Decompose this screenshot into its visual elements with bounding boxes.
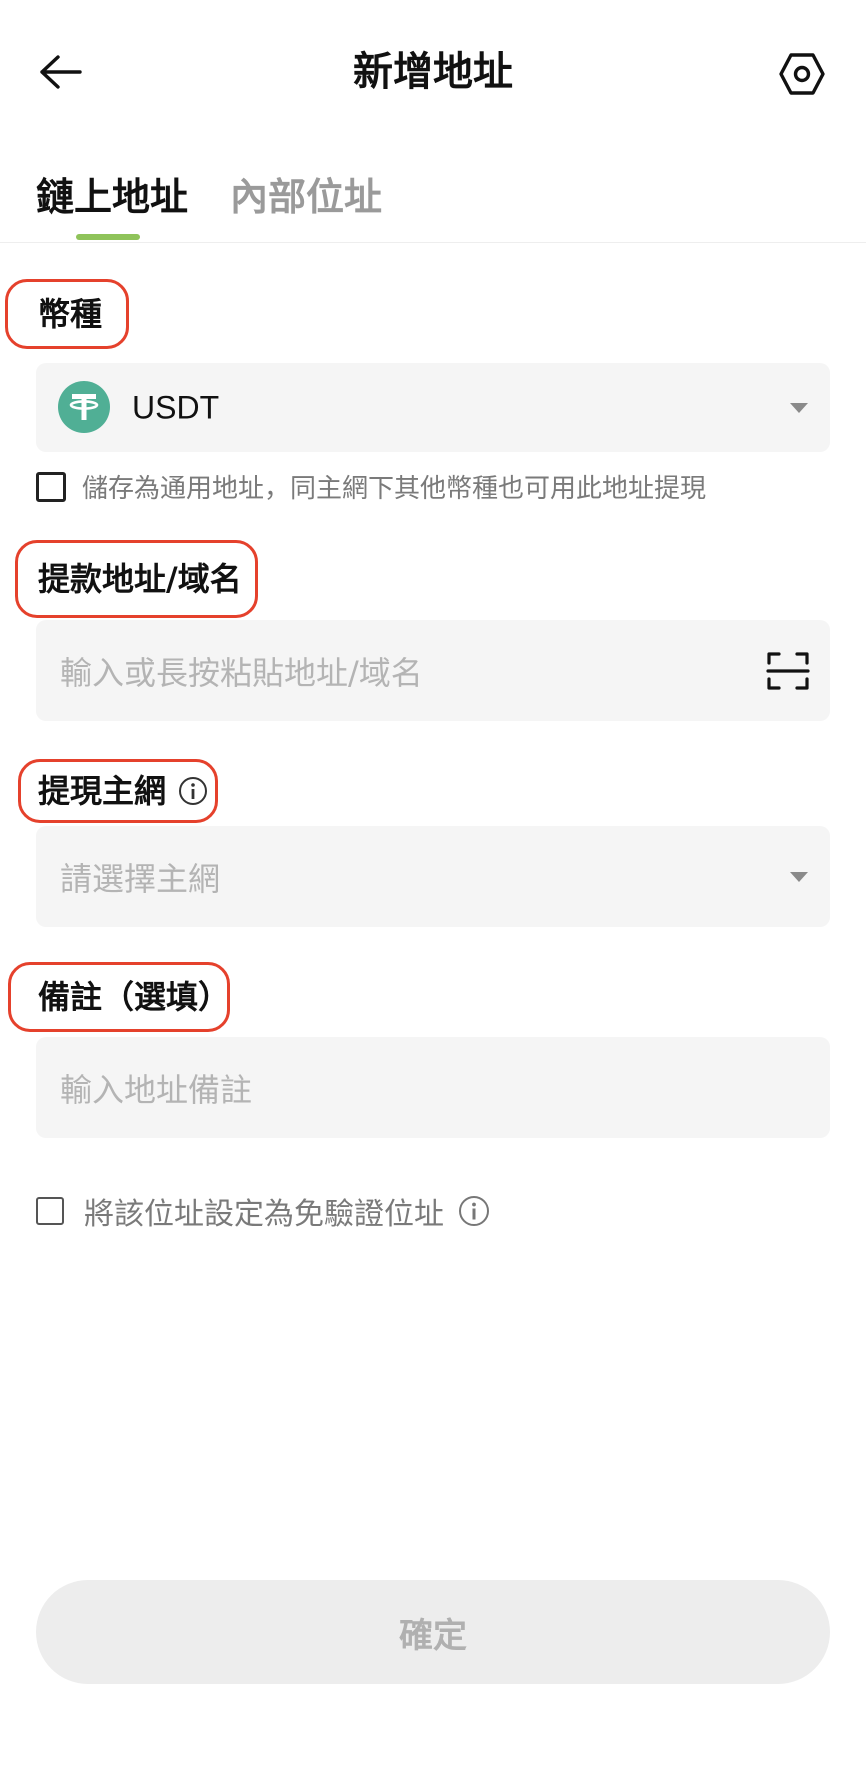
universal-address-option[interactable]: 儲存為通用地址，同主網下其他幣種也可用此地址提現 xyxy=(36,468,706,505)
withdraw-address-input[interactable]: 輸入或長按粘貼地址/域名 xyxy=(36,620,830,721)
tether-icon xyxy=(58,381,110,433)
page-title: 新增地址 xyxy=(353,49,513,95)
network-label-text: 提現主網 xyxy=(38,772,167,810)
verification-free-label: 將該位址設定為免驗證位址 xyxy=(84,1197,444,1232)
note-placeholder: 輸入地址備註 xyxy=(60,1070,253,1109)
verification-free-option[interactable]: 將該位址設定為免驗證位址 xyxy=(36,1189,490,1233)
hexagon-gear-icon xyxy=(779,53,825,95)
header: 新增地址 xyxy=(0,0,866,140)
scan-icon[interactable] xyxy=(766,651,810,691)
tab-internal-address[interactable]: 內部位址 xyxy=(230,170,382,224)
selected-coin: USDT xyxy=(132,389,220,425)
info-icon[interactable] xyxy=(458,1195,490,1227)
network-select[interactable]: 請選擇主網 xyxy=(36,826,830,927)
chevron-down-icon xyxy=(790,871,808,882)
chevron-down-icon xyxy=(790,402,808,413)
active-tab-indicator xyxy=(76,234,140,240)
settings-button[interactable] xyxy=(772,44,832,104)
network-placeholder: 請選擇主網 xyxy=(60,859,221,898)
note-input[interactable]: 輸入地址備註 xyxy=(36,1037,830,1138)
withdraw-address-placeholder: 輸入或長按粘貼地址/域名 xyxy=(60,653,423,692)
coin-select[interactable]: USDT xyxy=(36,363,830,452)
info-icon[interactable] xyxy=(178,776,208,806)
note-label: 備註（選填） xyxy=(38,978,231,1016)
tab-on-chain-address[interactable]: 鏈上地址 xyxy=(36,170,188,224)
network-label: 提現主網 xyxy=(38,769,208,813)
address-tabs: 鏈上地址 內部位址 xyxy=(0,150,866,243)
confirm-button[interactable]: 確定 xyxy=(36,1580,830,1684)
universal-address-checkbox[interactable] xyxy=(36,471,66,502)
coin-label: 幣種 xyxy=(38,295,103,333)
withdraw-address-label: 提款地址/域名 xyxy=(38,560,242,598)
verification-free-checkbox[interactable] xyxy=(36,1197,64,1225)
universal-address-label: 儲存為通用地址，同主網下其他幣種也可用此地址提現 xyxy=(82,474,707,504)
